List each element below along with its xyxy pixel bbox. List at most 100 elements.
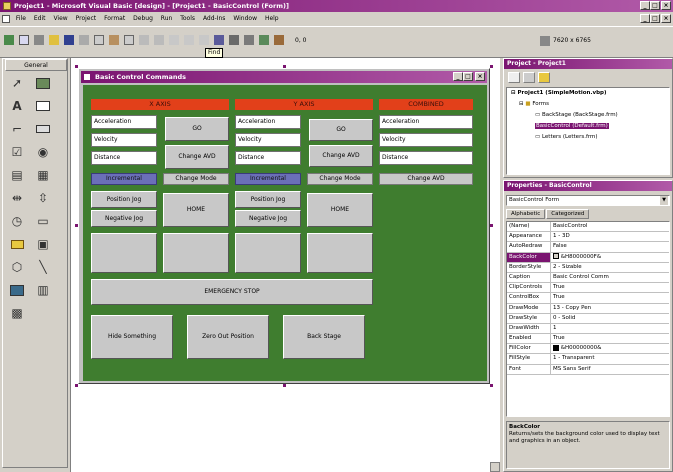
resize-handle-bl[interactable] [75,384,78,387]
find-icon[interactable] [124,35,134,45]
resize-handle-br[interactable] [490,384,493,387]
property-row[interactable]: AutoRedraw False [507,242,669,253]
add-form-icon[interactable] [19,35,29,45]
tree-item-letters[interactable]: ▭ Letters (Letters.frm) [507,132,669,143]
menu-format[interactable]: Format [104,15,125,22]
property-row-selected[interactable]: BackColor &H8000000F& [507,252,669,263]
picturebox-icon[interactable] [33,73,53,93]
x-go-button[interactable]: GO [165,117,229,141]
menu-view[interactable]: View [53,15,67,22]
menu-tools[interactable]: Tools [180,15,195,22]
hide-something-button[interactable]: Hide Something [91,315,173,359]
listbox-icon[interactable]: ▦ [33,165,53,185]
form-close-button[interactable]: × [475,72,485,81]
child-restore-button[interactable]: □ [650,14,660,23]
property-row[interactable]: FillColor &H00000000& [507,344,669,355]
menu-window[interactable]: Window [233,15,257,22]
tab-categorized[interactable]: Categorized [546,209,590,219]
zero-out-position-button[interactable]: Zero Out Position [187,315,269,359]
combined-acceleration-field[interactable]: Acceleration [379,115,473,129]
checkbox-icon[interactable]: ☑ [7,142,27,162]
resize-handle-mr[interactable] [490,224,493,227]
minimize-button[interactable]: _ [640,1,650,10]
y-go-button[interactable]: GO [309,119,373,141]
resize-handle-tr[interactable] [490,65,493,68]
combobox-icon[interactable]: ▤ [7,165,27,185]
x-home-button[interactable]: HOME [163,193,229,227]
label-icon[interactable]: A [7,96,27,116]
hscrollbar-icon[interactable]: ⇹ [7,188,27,208]
property-row[interactable]: ClipControls True [507,283,669,294]
toolbox-icon[interactable] [274,35,284,45]
break-icon[interactable] [184,35,194,45]
image-icon[interactable] [7,280,27,300]
form-minimize-button[interactable]: _ [453,72,463,81]
form-layout-icon[interactable] [244,35,254,45]
undo-icon[interactable] [139,35,149,45]
open-icon[interactable] [49,35,59,45]
cut-icon[interactable] [79,35,89,45]
maximize-button[interactable]: □ [650,1,660,10]
frame-icon[interactable]: ⌐ [7,119,27,139]
combined-distance-field[interactable]: Distance [379,151,473,165]
line-icon[interactable]: ╲ [33,257,53,277]
x-negative-jog-button[interactable]: Negative Jog [91,210,157,227]
menu-run[interactable]: Run [161,15,173,22]
property-row[interactable]: DrawMode 13 - Copy Pen [507,303,669,314]
data-icon[interactable]: ▥ [33,280,53,300]
object-selector[interactable]: BasicControl Form ▼ [506,195,670,206]
property-row[interactable]: (Name) BasicControl [507,222,669,233]
resize-handle-tl[interactable] [75,65,78,68]
menu-addins[interactable]: Add-Ins [203,15,225,22]
blank-button-2[interactable] [163,233,229,273]
redo-icon[interactable] [154,35,164,45]
y-home-button[interactable]: HOME [307,193,373,227]
property-row[interactable]: ControlBox True [507,293,669,304]
tree-item-backstage[interactable]: ▭ BackStage (BackStage.frm) [507,110,669,121]
property-row[interactable]: Caption Basic Control Comm [507,272,669,284]
child-close-button[interactable]: × [661,14,671,23]
vscrollbar-icon[interactable]: ⇳ [33,188,53,208]
child-minimize-button[interactable]: _ [640,14,650,23]
blank-button-1[interactable] [91,233,157,273]
resize-handle-ml[interactable] [75,224,78,227]
property-row[interactable]: BorderStyle 2 - Sizable [507,262,669,273]
view-code-icon[interactable] [508,72,520,83]
toolbox-general-tab[interactable]: General [5,59,67,71]
property-row[interactable]: DrawStyle 0 - Solid [507,313,669,324]
end-icon[interactable] [199,35,209,45]
copy-icon[interactable] [94,35,104,45]
blank-button-3[interactable] [235,233,301,273]
x-change-avd-button[interactable]: Change AVD [165,145,229,169]
combined-change-avd-button[interactable]: Change AVD [379,173,473,185]
property-row[interactable]: Enabled True [507,334,669,345]
x-change-mode-button[interactable]: Change Mode [163,173,229,185]
close-button[interactable]: × [661,1,671,10]
dirlistbox-icon[interactable] [7,234,27,254]
x-incremental-button[interactable]: Incremental [91,173,157,185]
y-negative-jog-button[interactable]: Negative Jog [235,210,301,227]
property-row[interactable]: Appearance 1 - 3D [507,232,669,243]
x-position-jog-button[interactable]: Position Jog [91,191,157,208]
toggle-folders-icon[interactable] [538,72,550,83]
y-incremental-button[interactable]: Incremental [235,173,301,185]
timer-icon[interactable]: ◷ [7,211,27,231]
property-row[interactable]: FillStyle 1 - Transparent [507,354,669,365]
view-object-icon[interactable] [523,72,535,83]
menu-debug[interactable]: Debug [133,15,153,22]
textbox-icon[interactable] [33,96,53,116]
y-change-mode-button[interactable]: Change Mode [307,173,373,185]
shape-icon[interactable]: ⬡ [7,257,27,277]
back-stage-button[interactable]: Back Stage [283,315,365,359]
y-velocity-field[interactable]: Velocity [235,133,301,147]
properties-window-icon[interactable] [229,35,239,45]
chevron-down-icon[interactable]: ▼ [660,196,668,205]
designer-vertical-scrollbar[interactable] [490,462,500,472]
menu-file[interactable]: File [16,15,26,22]
form-maximize-button[interactable]: □ [463,72,473,81]
y-position-jog-button[interactable]: Position Jog [235,191,301,208]
start-icon[interactable] [169,35,179,45]
y-change-avd-button[interactable]: Change AVD [309,145,373,167]
y-distance-field[interactable]: Distance [235,151,301,165]
project-explorer-icon[interactable] [214,35,224,45]
